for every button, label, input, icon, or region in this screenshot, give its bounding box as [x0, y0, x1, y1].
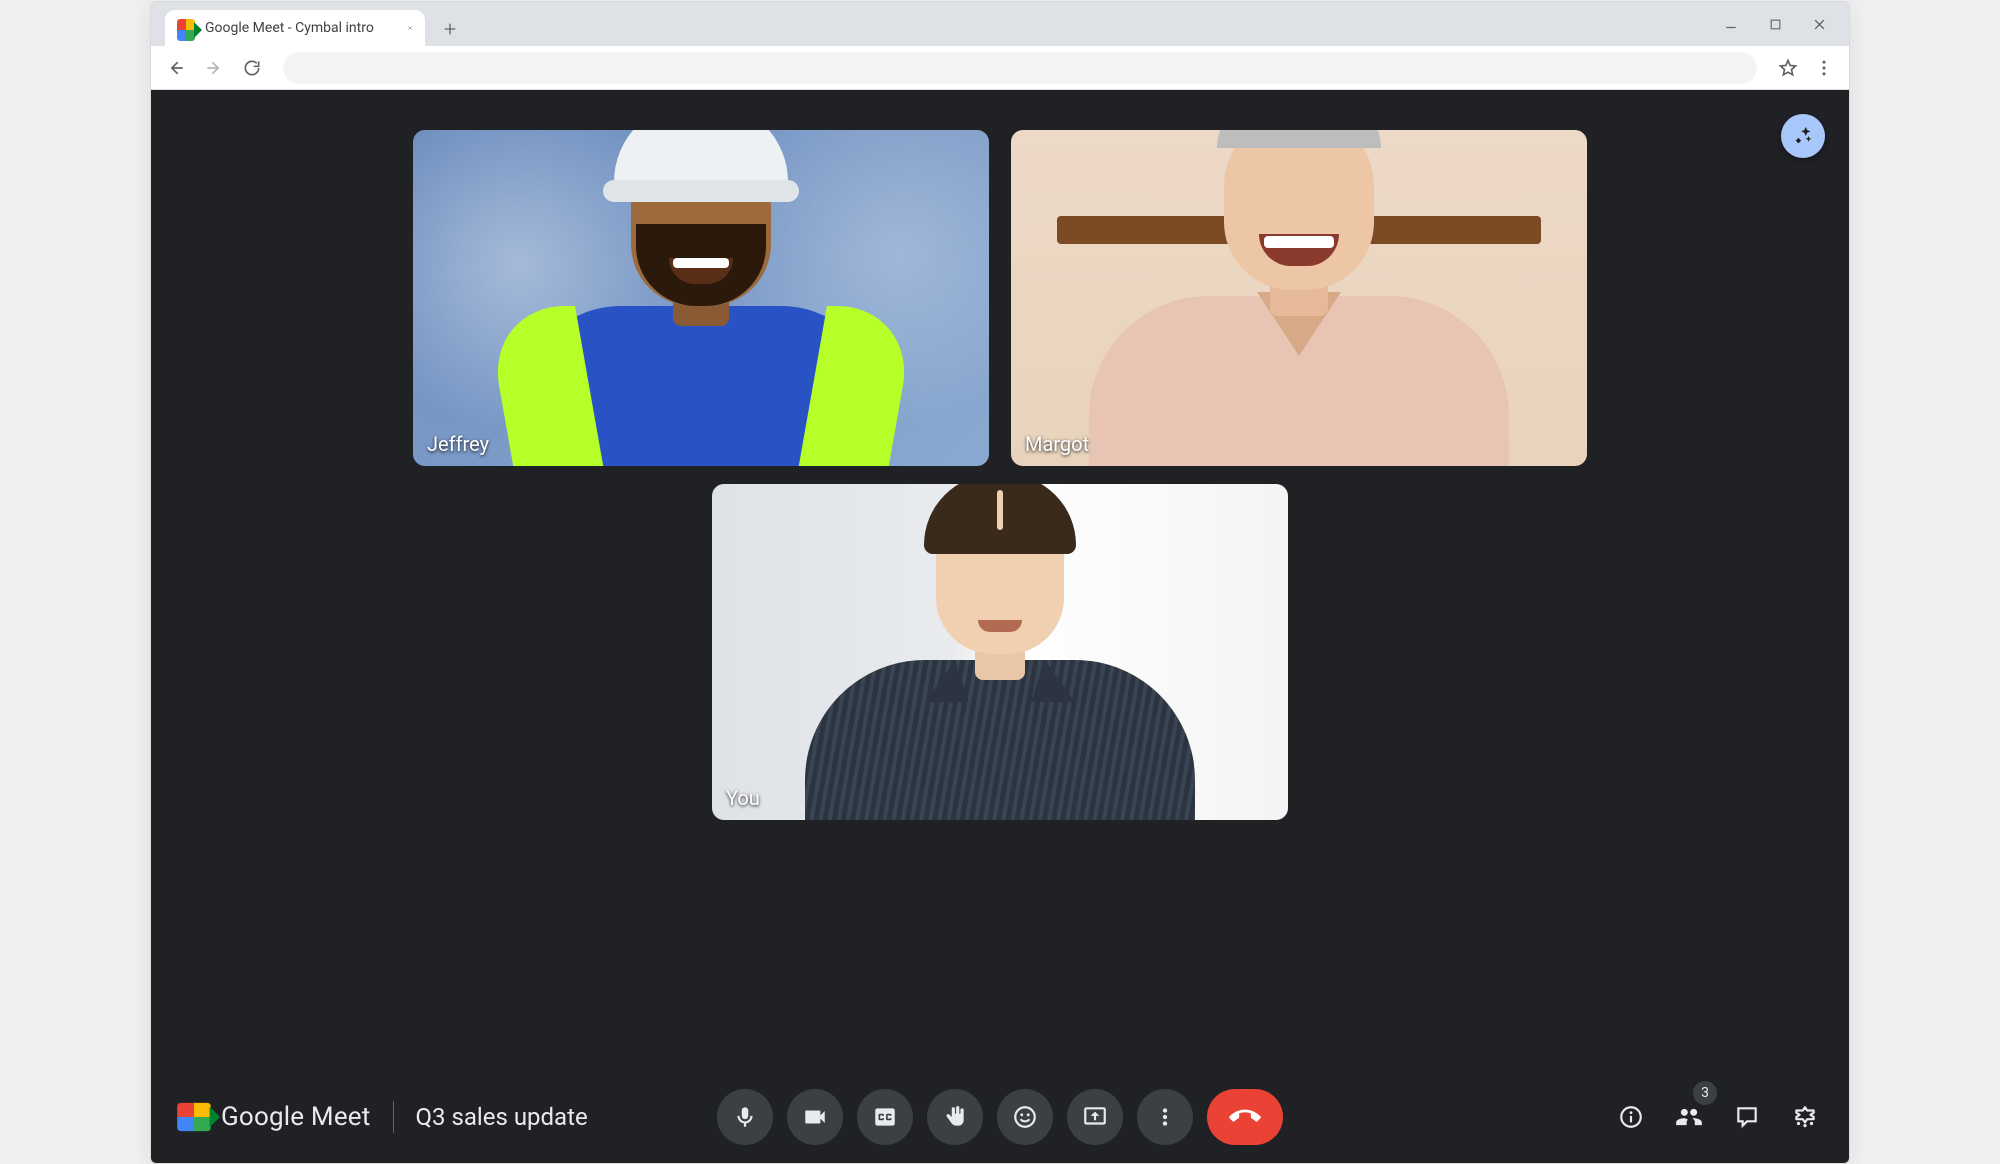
meet-favicon-icon: [177, 19, 195, 37]
chat-button[interactable]: [1733, 1103, 1761, 1131]
nav-back-button[interactable]: [161, 53, 191, 83]
nav-forward-button[interactable]: [199, 53, 229, 83]
video-tile[interactable]: Jeffrey: [413, 130, 989, 466]
video-tile[interactable]: Margot: [1011, 130, 1587, 466]
browser-window: Google Meet - Cymbal intro: [150, 1, 1850, 1164]
browser-menu-button[interactable]: [1809, 53, 1839, 83]
reactions-button[interactable]: [997, 1089, 1053, 1145]
nav-reload-button[interactable]: [237, 53, 267, 83]
meet-bottom-bar: Google Meet Q3 sales update: [151, 1071, 1849, 1163]
participants-count-badge: 3: [1693, 1081, 1717, 1105]
activities-button[interactable]: [1791, 1103, 1819, 1131]
participant-name: Margot: [1025, 432, 1089, 456]
tab-close-button[interactable]: [399, 21, 413, 35]
call-controls: [717, 1089, 1283, 1145]
microphone-button[interactable]: [717, 1089, 773, 1145]
browser-tab[interactable]: Google Meet - Cymbal intro: [165, 10, 425, 46]
right-panel-buttons: 3: [1617, 1103, 1819, 1131]
bookmark-star-button[interactable]: [1773, 53, 1803, 83]
new-tab-button[interactable]: [433, 12, 467, 46]
meeting-details-button[interactable]: [1617, 1103, 1645, 1131]
leave-call-button[interactable]: [1207, 1089, 1283, 1145]
more-options-button[interactable]: [1137, 1089, 1193, 1145]
camera-button[interactable]: [787, 1089, 843, 1145]
present-screen-button[interactable]: [1067, 1089, 1123, 1145]
people-button[interactable]: 3: [1675, 1103, 1703, 1131]
meet-brand: Google Meet: [181, 1102, 371, 1132]
tab-title: Google Meet - Cymbal intro: [205, 20, 374, 36]
window-minimize-button[interactable]: [1709, 2, 1753, 46]
video-tiles: Jeffrey Margot: [151, 130, 1849, 820]
meeting-name: Q3 sales update: [416, 1103, 588, 1131]
raise-hand-button[interactable]: [927, 1089, 983, 1145]
divider: [393, 1101, 394, 1133]
brand-text: Google Meet: [221, 1102, 371, 1132]
video-tile-self[interactable]: You: [712, 484, 1288, 820]
participant-name: Jeffrey: [427, 432, 489, 456]
window-controls: [1709, 2, 1841, 46]
window-close-button[interactable]: [1797, 2, 1841, 46]
participant-name: You: [726, 786, 760, 810]
meet-logo-icon: [177, 1103, 211, 1132]
address-bar[interactable]: [283, 52, 1757, 84]
tab-strip: Google Meet - Cymbal intro: [151, 2, 1849, 46]
browser-toolbar: [151, 46, 1849, 90]
meet-stage: Jeffrey Margot: [151, 90, 1849, 1163]
captions-button[interactable]: [857, 1089, 913, 1145]
window-maximize-button[interactable]: [1753, 2, 1797, 46]
